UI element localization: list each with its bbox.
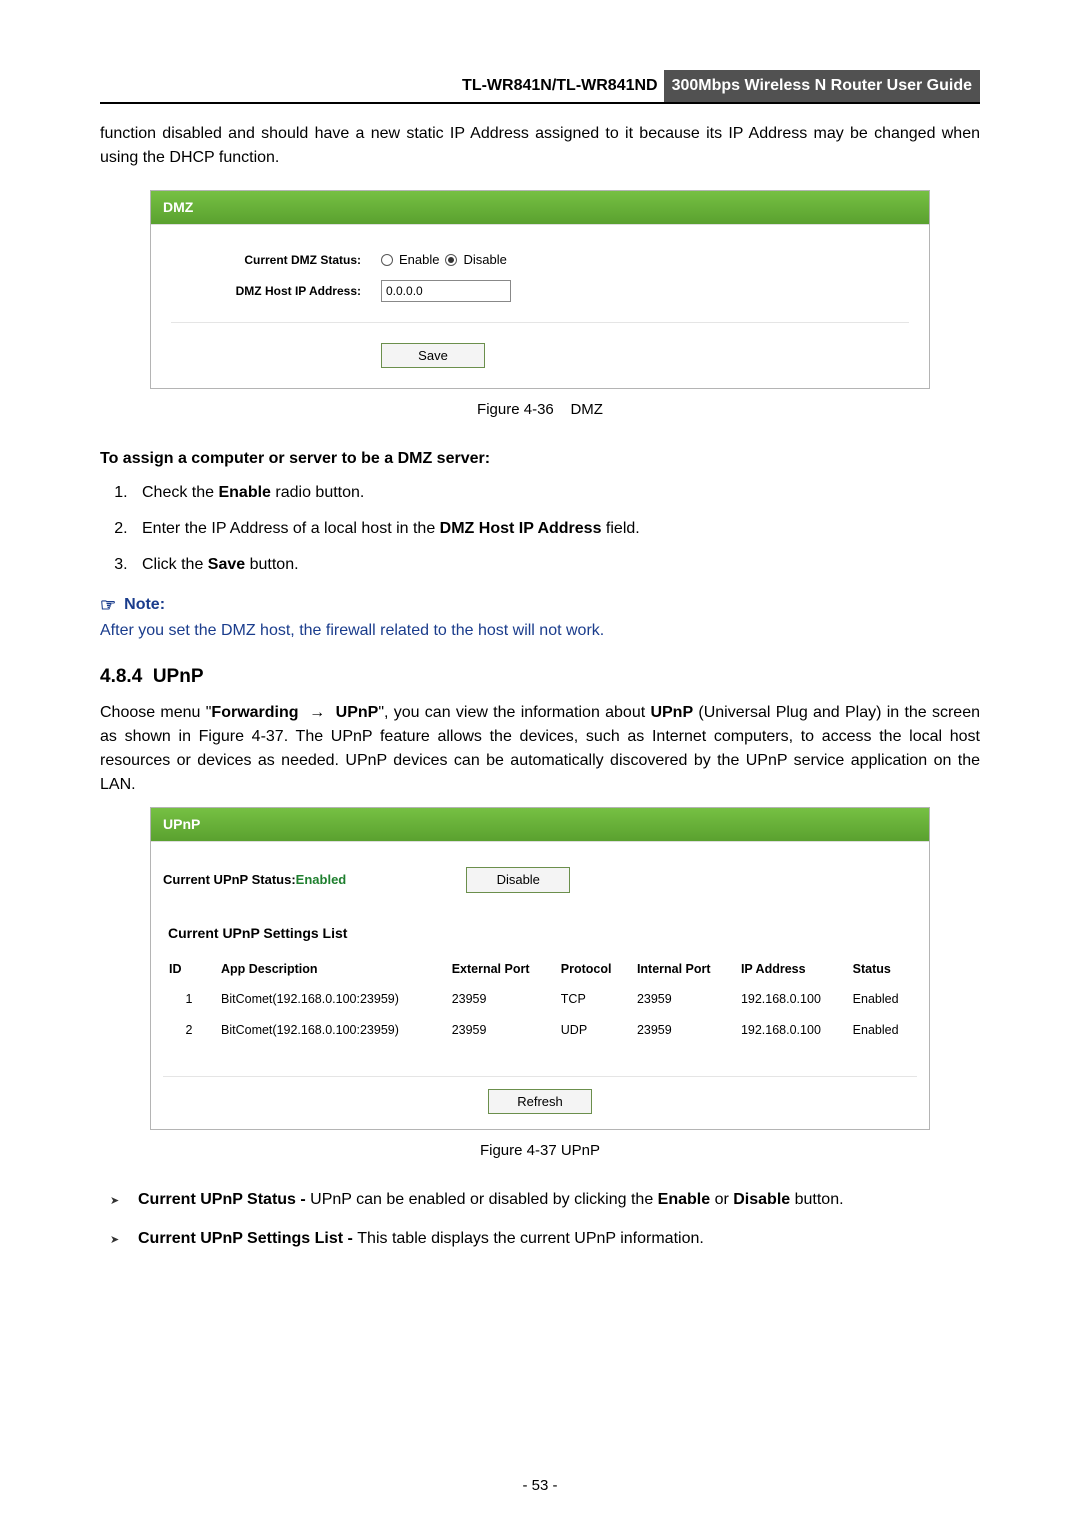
dmz-disable-radio[interactable]: [445, 254, 457, 266]
save-button[interactable]: Save: [381, 343, 485, 369]
intro-text: function disabled and should have a new …: [100, 122, 980, 170]
disable-button[interactable]: Disable: [466, 867, 570, 893]
refresh-button[interactable]: Refresh: [488, 1089, 592, 1115]
col-ext: External Port: [446, 954, 555, 985]
step-1: Check the Enable radio button.: [132, 481, 980, 505]
page-number: - 53 -: [0, 1475, 1080, 1498]
dmz-disable-text: Disable: [463, 250, 506, 270]
col-app: App Description: [215, 954, 446, 985]
header-title: 300Mbps Wireless N Router User Guide: [664, 70, 980, 102]
dmz-status-label: Current DMZ Status:: [171, 251, 381, 269]
note-label: Note:: [124, 593, 165, 617]
dmz-enable-text: Enable: [399, 250, 439, 270]
bullet-status: Current UPnP Status - UPnP can be enable…: [120, 1188, 980, 1212]
hand-icon: ☞: [100, 592, 116, 619]
upnp-figure-caption: Figure 4-37 UPnP: [100, 1140, 980, 1163]
upnp-panel-title: UPnP: [151, 808, 929, 841]
upnp-status-label: Current UPnP Status:: [163, 870, 296, 890]
col-proto: Protocol: [555, 954, 631, 985]
dmz-panel-title: DMZ: [151, 191, 929, 224]
note-heading: ☞ Note:: [100, 592, 980, 619]
header-model: TL-WR841N/TL-WR841ND: [456, 70, 664, 102]
upnp-status-value: Enabled: [296, 870, 347, 890]
dmz-ip-label: DMZ Host IP Address:: [171, 282, 381, 300]
step-2: Enter the IP Address of a local host in …: [132, 517, 980, 541]
upnp-list-title: Current UPnP Settings List: [163, 923, 917, 944]
upnp-heading: 4.8.4 UPnP: [100, 663, 980, 692]
assign-heading: To assign a computer or server to be a D…: [100, 447, 980, 471]
dmz-panel: DMZ Current DMZ Status: Enable Disable D…: [150, 190, 930, 389]
bullet-list: Current UPnP Settings List - This table …: [120, 1227, 980, 1251]
col-id: ID: [163, 954, 215, 985]
dmz-figure-caption: Figure 4-36 DMZ: [100, 399, 980, 422]
col-intp: Internal Port: [631, 954, 735, 985]
table-row: 2 BitComet(192.168.0.100:23959) 23959 UD…: [163, 1015, 917, 1046]
table-row: 1 BitComet(192.168.0.100:23959) 23959 TC…: [163, 984, 917, 1015]
col-status: Status: [847, 954, 917, 985]
upnp-description: Choose menu "Forwarding → UPnP", you can…: [100, 701, 980, 797]
assign-steps: Check the Enable radio button. Enter the…: [100, 481, 980, 577]
dmz-ip-input[interactable]: [381, 280, 511, 302]
upnp-table: ID App Description External Port Protoco…: [163, 954, 917, 1046]
page-header: TL-WR841N/TL-WR841ND 300Mbps Wireless N …: [100, 70, 980, 104]
step-3: Click the Save button.: [132, 553, 980, 577]
dmz-enable-radio[interactable]: [381, 254, 393, 266]
col-ip: IP Address: [735, 954, 847, 985]
upnp-bullets: Current UPnP Status - UPnP can be enable…: [100, 1188, 980, 1251]
table-header-row: ID App Description External Port Protoco…: [163, 954, 917, 985]
note-text: After you set the DMZ host, the firewall…: [100, 619, 980, 643]
upnp-panel: UPnP Current UPnP Status: Enabled Disabl…: [150, 807, 930, 1130]
